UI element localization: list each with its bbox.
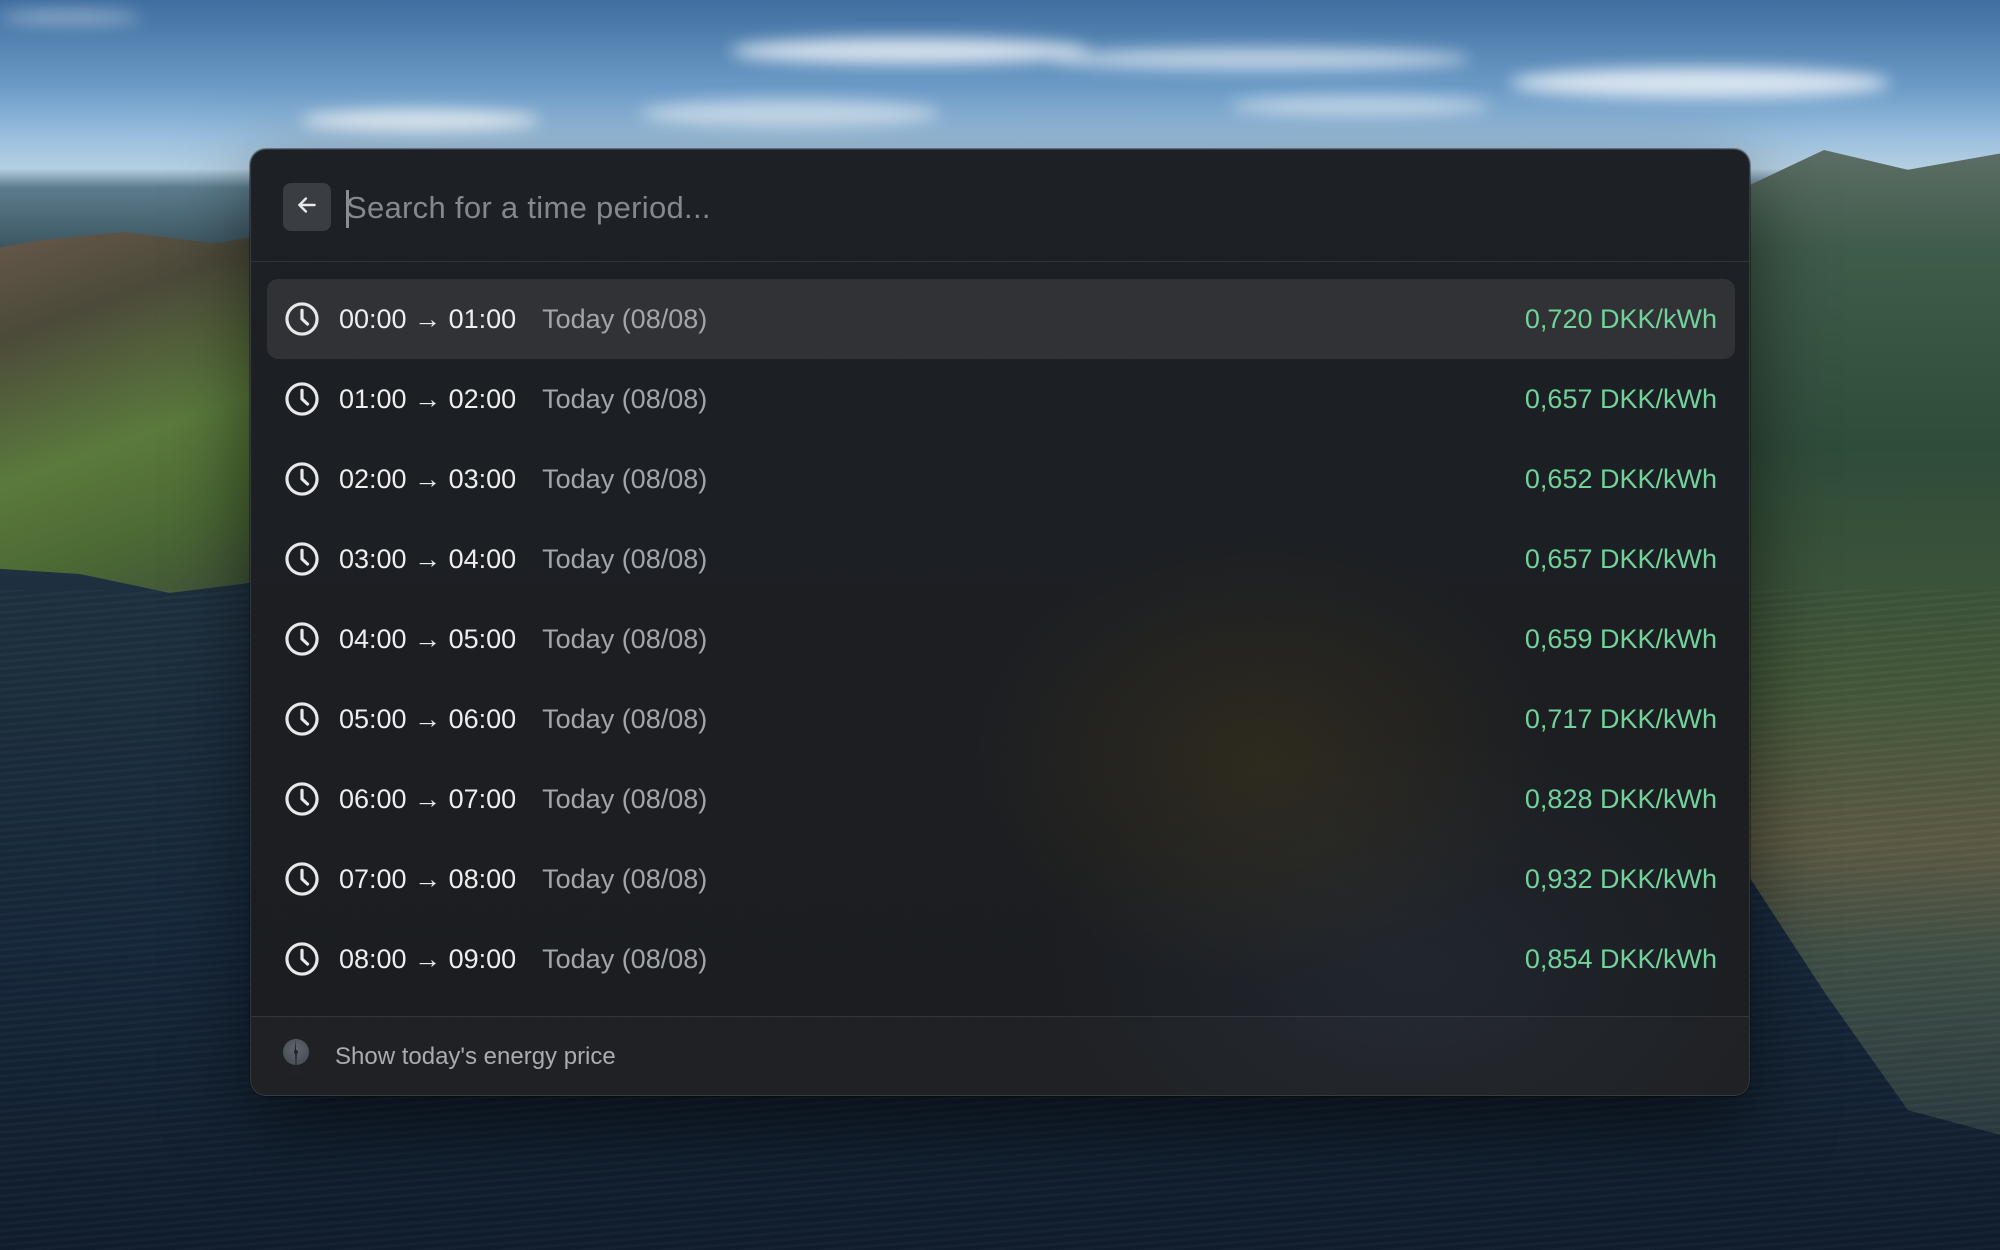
- time-range: 00:00 → 01:00 Today (08/08): [339, 279, 707, 359]
- clock-icon: [283, 380, 321, 418]
- price-label: 0,828 DKK/kWh: [1524, 784, 1717, 814]
- price-label: 0,659 DKK/kWh: [1524, 624, 1717, 654]
- result-list: 00:00 → 01:00 Today (08/08) 0,720 DKK/kWh 0…: [267, 279, 1735, 999]
- time-range-text: 06:00 → 07:00: [339, 784, 517, 814]
- arrow-left-icon: [294, 192, 320, 223]
- clock-icon: [283, 460, 321, 498]
- back-button[interactable]: [283, 183, 331, 231]
- list-item[interactable]: 04:00 → 05:00 Today (08/08) 0,659 DKK/kWh: [267, 599, 1735, 679]
- list-item[interactable]: 01:00 → 02:00 Today (08/08) 0,657 DKK/kWh: [267, 359, 1735, 439]
- search-bar: [251, 150, 1749, 262]
- clock-icon: [283, 620, 321, 658]
- clock-icon: [283, 780, 321, 818]
- date-label: Today (08/08): [542, 864, 708, 894]
- date-label: Today (08/08): [542, 704, 708, 734]
- price-label: 0,720 DKK/kWh: [1524, 304, 1717, 334]
- time-range: 04:00 → 05:00 Today (08/08): [339, 599, 707, 679]
- time-range: 06:00 → 07:00 Today (08/08): [339, 759, 707, 839]
- cloud: [1050, 48, 1470, 70]
- action-bar[interactable]: Show today's energy price: [251, 1016, 1749, 1095]
- cloud: [300, 110, 540, 132]
- time-range: 03:00 → 04:00 Today (08/08): [339, 519, 707, 599]
- time-range-text: 03:00 → 04:00: [339, 544, 517, 574]
- price-label: 0,932 DKK/kWh: [1524, 864, 1717, 894]
- time-range: 08:00 → 09:00 Today (08/08): [339, 919, 707, 999]
- price-label: 0,652 DKK/kWh: [1524, 464, 1717, 494]
- date-label: Today (08/08): [542, 944, 708, 974]
- price-label: 0,854 DKK/kWh: [1524, 944, 1717, 974]
- list-item[interactable]: 02:00 → 03:00 Today (08/08) 0,652 DKK/kWh: [267, 439, 1735, 519]
- footer-action-label: Show today's energy price: [335, 1043, 616, 1070]
- time-range-text: 07:00 → 08:00: [339, 864, 517, 894]
- time-range-text: 00:00 → 01:00: [339, 304, 517, 334]
- cloud: [1230, 96, 1490, 116]
- time-range: 01:00 → 02:00 Today (08/08): [339, 359, 707, 439]
- time-range: 05:00 → 06:00 Today (08/08): [339, 679, 707, 759]
- list-item[interactable]: 00:00 → 01:00 Today (08/08) 0,720 DKK/kWh: [267, 279, 1735, 359]
- clock-icon: [283, 860, 321, 898]
- list-item[interactable]: 06:00 → 07:00 Today (08/08) 0,828 DKK/kWh: [267, 759, 1735, 839]
- clock-icon: [283, 700, 321, 738]
- date-label: Today (08/08): [542, 784, 708, 814]
- list-item[interactable]: 07:00 → 08:00 Today (08/08) 0,932 DKK/kWh: [267, 839, 1735, 919]
- wind-turbine-icon: [279, 1038, 313, 1074]
- clock-icon: [283, 300, 321, 338]
- cloud: [1510, 68, 1890, 98]
- search-input[interactable]: [346, 178, 1696, 238]
- clock-icon: [283, 540, 321, 578]
- date-label: Today (08/08): [542, 544, 708, 574]
- time-range-text: 01:00 → 02:00: [339, 384, 517, 414]
- cloud: [0, 10, 140, 24]
- launcher-window: 00:00 → 01:00Today (08/08)0,720 DKK/kWh0…: [250, 149, 1750, 1096]
- date-label: Today (08/08): [542, 304, 708, 334]
- coastal-hill-left: [0, 232, 260, 593]
- list-item[interactable]: 08:00 → 09:00 Today (08/08) 0,854 DKK/kWh: [267, 919, 1735, 999]
- price-label: 0,717 DKK/kWh: [1524, 704, 1717, 734]
- time-range: 02:00 → 03:00 Today (08/08): [339, 439, 707, 519]
- time-range-text: 08:00 → 09:00: [339, 944, 517, 974]
- cloud: [640, 100, 940, 128]
- time-range: 07:00 → 08:00 Today (08/08): [339, 839, 707, 919]
- cloud: [730, 38, 1090, 64]
- time-range-text: 05:00 → 06:00: [339, 704, 517, 734]
- time-range-text: 04:00 → 05:00: [339, 624, 517, 654]
- list-item[interactable]: 03:00 → 04:00 Today (08/08) 0,657 DKK/kWh: [267, 519, 1735, 599]
- time-range-text: 02:00 → 03:00: [339, 464, 517, 494]
- date-label: Today (08/08): [542, 384, 708, 414]
- price-label: 0,657 DKK/kWh: [1524, 384, 1717, 414]
- clock-icon: [283, 940, 321, 978]
- list-item[interactable]: 05:00 → 06:00 Today (08/08) 0,717 DKK/kWh: [267, 679, 1735, 759]
- price-label: 0,657 DKK/kWh: [1524, 544, 1717, 574]
- date-label: Today (08/08): [542, 624, 708, 654]
- date-label: Today (08/08): [542, 464, 708, 494]
